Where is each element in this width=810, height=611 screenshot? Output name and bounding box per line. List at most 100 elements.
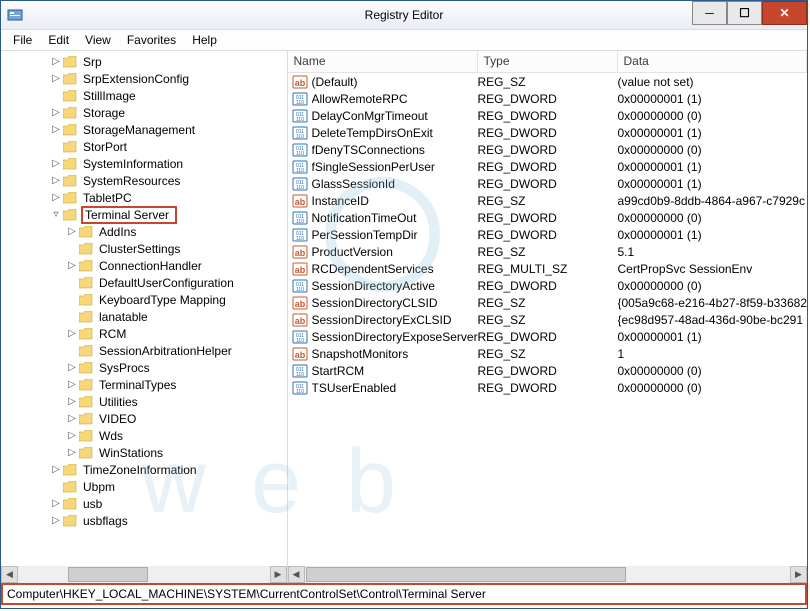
- tree-item[interactable]: ▷Srp: [1, 53, 287, 70]
- tree-item[interactable]: ▷TerminalTypes: [1, 376, 287, 393]
- expand-icon[interactable]: ▷: [65, 379, 79, 390]
- minimize-button[interactable]: ─: [692, 1, 727, 25]
- value-row[interactable]: 011110NotificationTimeOutREG_DWORD0x0000…: [288, 209, 808, 226]
- tree-item-label: Utilities: [97, 395, 140, 409]
- scroll-thumb[interactable]: [306, 567, 626, 582]
- value-name: StartRCM: [312, 364, 478, 378]
- header-name[interactable]: Name: [288, 51, 478, 72]
- tree-item[interactable]: lanatable: [1, 308, 287, 325]
- tree-item[interactable]: DefaultUserConfiguration: [1, 274, 287, 291]
- scroll-right-icon[interactable]: ▶: [790, 566, 807, 583]
- value-row[interactable]: ab(Default)REG_SZ(value not set): [288, 73, 808, 90]
- scroll-right-icon[interactable]: ▶: [270, 566, 287, 583]
- value-row[interactable]: 011110SessionDirectoryExposeServerIPREG_…: [288, 328, 808, 345]
- expand-icon[interactable]: ▷: [49, 107, 63, 118]
- expand-icon[interactable]: ▷: [49, 515, 63, 526]
- value-row[interactable]: 011110DeleteTempDirsOnExitREG_DWORD0x000…: [288, 124, 808, 141]
- value-row[interactable]: 011110DelayConMgrTimeoutREG_DWORD0x00000…: [288, 107, 808, 124]
- expand-icon[interactable]: ▷: [49, 498, 63, 509]
- titlebar[interactable]: Registry Editor ─ ☐ ✕: [1, 1, 807, 29]
- tree-item[interactable]: StorPort: [1, 138, 287, 155]
- tree-item[interactable]: ▷AddIns: [1, 223, 287, 240]
- value-row[interactable]: 011110GlassSessionIdREG_DWORD0x00000001 …: [288, 175, 808, 192]
- scroll-left-icon[interactable]: ◀: [1, 566, 18, 583]
- expand-icon[interactable]: ▷: [49, 56, 63, 67]
- expand-icon[interactable]: ▷: [49, 464, 63, 475]
- values-hscrollbar[interactable]: ◀ ▶: [288, 566, 808, 583]
- tree-item[interactable]: ▷SysProcs: [1, 359, 287, 376]
- tree-item[interactable]: ▷RCM: [1, 325, 287, 342]
- tree-item[interactable]: KeyboardType Mapping: [1, 291, 287, 308]
- header-data[interactable]: Data: [618, 51, 808, 72]
- scroll-track[interactable]: [18, 566, 270, 583]
- header-type[interactable]: Type: [478, 51, 618, 72]
- maximize-button[interactable]: ☐: [727, 1, 762, 25]
- tree-item[interactable]: ▷Wds: [1, 427, 287, 444]
- menu-help[interactable]: Help: [184, 31, 225, 49]
- menu-view[interactable]: View: [77, 31, 119, 49]
- tree-item[interactable]: ▷StorageManagement: [1, 121, 287, 138]
- menu-edit[interactable]: Edit: [40, 31, 77, 49]
- tree-item[interactable]: ▷SystemInformation: [1, 155, 287, 172]
- collapse-icon[interactable]: ▿: [49, 209, 63, 220]
- value-row[interactable]: 011110fSingleSessionPerUserREG_DWORD0x00…: [288, 158, 808, 175]
- value-row[interactable]: abSessionDirectoryCLSIDREG_SZ{005a9c68-e…: [288, 294, 808, 311]
- value-row[interactable]: 011110StartRCMREG_DWORD0x00000000 (0): [288, 362, 808, 379]
- expand-icon[interactable]: ▷: [49, 124, 63, 135]
- expand-icon[interactable]: ▷: [65, 430, 79, 441]
- tree-item[interactable]: ▷TimeZoneInformation: [1, 461, 287, 478]
- tree-item[interactable]: ▷ Utilities: [1, 393, 287, 410]
- tree-item[interactable]: ▷WinStations: [1, 444, 287, 461]
- tree-hscrollbar[interactable]: ◀ ▶: [1, 566, 287, 583]
- expand-icon[interactable]: ▷: [65, 362, 79, 373]
- menu-favorites[interactable]: Favorites: [119, 31, 184, 49]
- close-button[interactable]: ✕: [762, 1, 807, 25]
- folder-icon: [63, 158, 77, 170]
- window-controls: ─ ☐ ✕: [692, 1, 807, 25]
- value-row[interactable]: abSessionDirectoryExCLSIDREG_SZ{ec98d957…: [288, 311, 808, 328]
- values-header: Name Type Data: [288, 51, 808, 73]
- tree-item[interactable]: ▷TabletPC: [1, 189, 287, 206]
- scroll-thumb[interactable]: [68, 567, 148, 582]
- value-row[interactable]: abProductVersionREG_SZ5.1: [288, 243, 808, 260]
- expand-icon[interactable]: ▷: [65, 328, 79, 339]
- tree-item-label: KeyboardType Mapping: [97, 293, 228, 307]
- registry-tree[interactable]: ▷Srp▷SrpExtensionConfigStillImage▷Storag…: [1, 51, 287, 566]
- tree-item[interactable]: ▷ConnectionHandler: [1, 257, 287, 274]
- folder-icon: [63, 481, 77, 493]
- value-row[interactable]: 011110PerSessionTempDirREG_DWORD0x000000…: [288, 226, 808, 243]
- expand-icon[interactable]: ▷: [65, 226, 79, 237]
- expand-icon[interactable]: ▷: [65, 260, 79, 271]
- folder-icon: [63, 73, 77, 85]
- expand-icon[interactable]: ▷: [49, 73, 63, 84]
- tree-item[interactable]: ▷Storage: [1, 104, 287, 121]
- tree-item[interactable]: StillImage: [1, 87, 287, 104]
- value-row[interactable]: abSnapshotMonitorsREG_SZ1: [288, 345, 808, 362]
- expand-icon[interactable]: ▷: [65, 447, 79, 458]
- value-row[interactable]: 011110fDenyTSConnectionsREG_DWORD0x00000…: [288, 141, 808, 158]
- expand-icon[interactable]: ▷: [65, 413, 79, 424]
- value-row[interactable]: 011110TSUserEnabledREG_DWORD0x00000000 (…: [288, 379, 808, 396]
- expand-icon[interactable]: ▷: [49, 175, 63, 186]
- tree-item[interactable]: ▷usb: [1, 495, 287, 512]
- scroll-left-icon[interactable]: ◀: [288, 566, 305, 583]
- value-row[interactable]: abRCDependentServicesREG_MULTI_SZCertPro…: [288, 260, 808, 277]
- tree-item[interactable]: ▷SystemResources: [1, 172, 287, 189]
- expand-icon[interactable]: ▷: [65, 396, 79, 407]
- value-row[interactable]: abInstanceIDREG_SZa99cd0b9-8ddb-4864-a96…: [288, 192, 808, 209]
- value-row[interactable]: 011110AllowRemoteRPCREG_DWORD0x00000001 …: [288, 90, 808, 107]
- tree-item[interactable]: ▷VIDEO: [1, 410, 287, 427]
- menu-file[interactable]: File: [5, 31, 40, 49]
- tree-item[interactable]: SessionArbitrationHelper: [1, 342, 287, 359]
- tree-item[interactable]: ▷usbflags: [1, 512, 287, 529]
- tree-item[interactable]: ▷SrpExtensionConfig: [1, 70, 287, 87]
- status-bar: Computer\HKEY_LOCAL_MACHINE\SYSTEM\Curre…: [1, 583, 807, 605]
- tree-item[interactable]: ▿Terminal Server: [1, 206, 287, 223]
- tree-item[interactable]: Ubpm: [1, 478, 287, 495]
- expand-icon[interactable]: ▷: [49, 158, 63, 169]
- value-row[interactable]: 011110SessionDirectoryActiveREG_DWORD0x0…: [288, 277, 808, 294]
- scroll-track[interactable]: [305, 566, 791, 583]
- expand-icon[interactable]: ▷: [49, 192, 63, 203]
- tree-item[interactable]: ClusterSettings: [1, 240, 287, 257]
- values-list[interactable]: ab(Default)REG_SZ(value not set)011110Al…: [288, 73, 808, 566]
